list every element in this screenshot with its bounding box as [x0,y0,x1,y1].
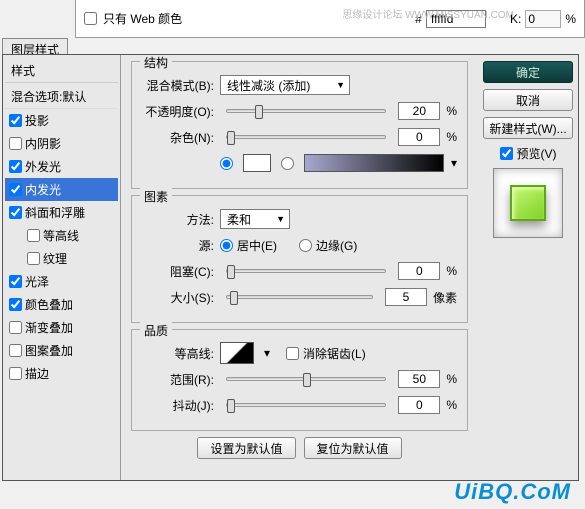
sidebar-label-1: 内阴影 [25,135,61,152]
default-buttons: 设置为默认值 复位为默认值 [131,437,468,459]
sidebar-item-5[interactable]: 等高线 [5,224,118,247]
reset-default-button[interactable]: 复位为默认值 [304,437,402,459]
sidebar-label-2: 外发光 [25,158,61,175]
solid-color-radio[interactable] [220,157,233,170]
sidebar-item-3[interactable]: 内发光 [5,178,118,201]
quality-title: 品质 [140,322,172,339]
sidebar-label-7: 光泽 [25,273,49,290]
web-only-option[interactable]: 只有 Web 颜色 [84,10,182,27]
range-label: 范围(R): [142,371,214,388]
gradient-radio[interactable] [281,157,294,170]
k-input[interactable] [525,10,561,28]
sidebar-label-5: 等高线 [43,227,79,244]
hash-label: # [415,12,422,26]
sidebar-item-7[interactable]: 光泽 [5,270,118,293]
sidebar-item-9[interactable]: 渐变叠加 [5,316,118,339]
sidebar-item-2[interactable]: 外发光 [5,155,118,178]
size-input[interactable] [385,288,427,306]
sidebar-checkbox-7[interactable] [9,275,22,288]
k-pct: % [565,12,576,26]
dialog-right-column: 确定 取消 新建样式(W)... 预览(V) [478,55,578,480]
method-label: 方法: [142,211,214,228]
choke-slider[interactable] [226,269,386,273]
ok-button[interactable]: 确定 [483,61,573,83]
blend-mode-label: 混合模式(B): [142,77,214,94]
new-style-button[interactable]: 新建样式(W)... [483,117,573,139]
choke-input[interactable] [398,262,440,280]
main-options: 结构 混合模式(B): 线性减淡 (添加) 不透明度(O): % 杂色(N): … [121,55,478,480]
sidebar-checkbox-9[interactable] [9,321,22,334]
cancel-button[interactable]: 取消 [483,89,573,111]
sidebar-checkbox-4[interactable] [9,206,22,219]
sidebar-checkbox-2[interactable] [9,160,22,173]
k-label: K: [510,12,521,26]
source-label: 源: [142,237,214,254]
sidebar-label-11: 描边 [25,365,49,382]
sidebar-item-11[interactable]: 描边 [5,362,118,385]
choke-label: 阻塞(C): [142,263,214,280]
preview-thumbnail [493,168,563,238]
jitter-slider[interactable] [226,403,386,407]
watermark-logo: UiBQ.CoM [454,479,571,505]
opacity-input[interactable] [398,102,440,120]
method-dropdown[interactable]: 柔和 [220,209,290,229]
color-picker-footer: 只有 Web 颜色 # K: % 思缘设计论坛 WWW.MISSYUAN.COM [75,0,585,38]
sidebar-checkbox-3[interactable] [9,183,22,196]
gradient-picker[interactable] [304,154,444,172]
elements-group: 图素 方法: 柔和 源: 居中(E) 边缘(G) 阻塞(C): % 大小(S):… [131,195,468,323]
source-center-radio[interactable]: 居中(E) [220,237,277,254]
sidebar-checkbox-10[interactable] [9,344,22,357]
preview-option[interactable]: 预览(V) [500,145,557,162]
set-default-button[interactable]: 设置为默认值 [197,437,295,459]
preview-cube [510,185,546,221]
sidebar-label-0: 投影 [25,112,49,129]
structure-group: 结构 混合模式(B): 线性减淡 (添加) 不透明度(O): % 杂色(N): … [131,61,468,189]
noise-slider[interactable] [226,135,386,139]
sidebar-checkbox-8[interactable] [9,298,22,311]
sidebar-checkbox-6[interactable] [27,252,40,265]
jitter-input[interactable] [398,396,440,414]
sidebar-item-8[interactable]: 颜色叠加 [5,293,118,316]
jitter-label: 抖动(J): [142,397,214,414]
quality-group: 品质 等高线: ▾ 消除锯齿(L) 范围(R): % 抖动(J): % [131,329,468,431]
contour-label: 等高线: [142,345,214,362]
structure-title: 结构 [140,55,172,71]
opacity-label: 不透明度(O): [142,103,214,120]
opacity-slider[interactable] [226,109,386,113]
antialias-option[interactable]: 消除锯齿(L) [286,345,366,362]
sidebar-checkbox-11[interactable] [9,367,22,380]
sidebar-label-9: 渐变叠加 [25,319,73,336]
sidebar-label-8: 颜色叠加 [25,296,73,313]
blend-mode-dropdown[interactable]: 线性减淡 (添加) [220,75,350,95]
sidebar-item-4[interactable]: 斜面和浮雕 [5,201,118,224]
size-label: 大小(S): [142,289,214,306]
hex-input[interactable] [426,10,486,28]
web-only-label: 只有 Web 颜色 [103,10,182,27]
sidebar-checkbox-0[interactable] [9,114,22,127]
sidebar-label-3: 内发光 [25,181,61,198]
sidebar-item-1[interactable]: 内阴影 [5,132,118,155]
size-slider[interactable] [226,295,373,299]
web-only-checkbox[interactable] [84,12,97,25]
sidebar-checkbox-5[interactable] [27,229,40,242]
sidebar-label-10: 图案叠加 [25,342,73,359]
contour-picker[interactable] [220,342,254,364]
sidebar-head[interactable]: 样式 [5,59,118,83]
range-input[interactable] [398,370,440,388]
noise-input[interactable] [398,128,440,146]
style-sidebar: 样式 混合选项:默认 投影内阴影外发光内发光斜面和浮雕等高线纹理光泽颜色叠加渐变… [3,55,121,480]
source-edge-radio[interactable]: 边缘(G) [299,237,357,254]
sidebar-label-4: 斜面和浮雕 [25,204,85,221]
sidebar-item-10[interactable]: 图案叠加 [5,339,118,362]
sidebar-label-6: 纹理 [43,250,67,267]
sidebar-blend-options[interactable]: 混合选项:默认 [5,85,118,109]
elements-title: 图素 [140,188,172,205]
sidebar-item-6[interactable]: 纹理 [5,247,118,270]
noise-label: 杂色(N): [142,129,214,146]
range-slider[interactable] [226,377,386,381]
color-swatch[interactable] [243,154,271,172]
sidebar-item-0[interactable]: 投影 [5,109,118,132]
sidebar-checkbox-1[interactable] [9,137,22,150]
layer-style-dialog: 样式 混合选项:默认 投影内阴影外发光内发光斜面和浮雕等高线纹理光泽颜色叠加渐变… [2,54,579,481]
